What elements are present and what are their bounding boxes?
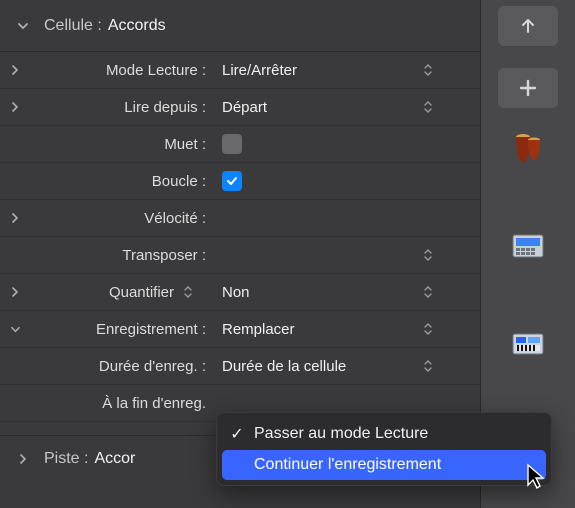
disclosure-right-icon[interactable] — [8, 102, 22, 112]
add-button[interactable] — [498, 68, 558, 108]
stepper-icon[interactable] — [420, 100, 436, 114]
mute-checkbox[interactable] — [222, 134, 242, 154]
disclosure-right-icon[interactable] — [8, 287, 22, 297]
popup-item-continue-rec[interactable]: Continuer l'enregistrement — [222, 450, 546, 480]
row-velocity: Vélocité : — [0, 200, 480, 237]
stepper-icon[interactable] — [420, 248, 436, 262]
checkmark-icon: ✓ — [228, 424, 246, 444]
row-transpose: Transposer : — [0, 237, 480, 274]
disclosure-down-icon — [16, 20, 30, 32]
popup-item-label: Passer au mode Lecture — [254, 425, 428, 443]
stepper-icon[interactable] — [420, 285, 436, 299]
track-value: Accor — [94, 450, 135, 468]
disclosure-right-icon — [16, 454, 30, 464]
disclosure-right-icon[interactable] — [8, 213, 22, 223]
track-label: Piste : — [44, 450, 88, 468]
row-play-from: Lire depuis : Départ — [0, 89, 480, 126]
collapse-up-button[interactable] — [498, 6, 558, 46]
stepper-icon[interactable] — [420, 322, 436, 336]
row-mute: Muet : — [0, 126, 480, 163]
label-play-mode: Mode Lecture : — [22, 62, 212, 79]
disclosure-right-icon[interactable] — [8, 65, 22, 75]
label-quantize: Quantifier — [109, 284, 174, 301]
disclosure-down-icon[interactable] — [8, 324, 22, 335]
stepper-icon[interactable] — [420, 63, 436, 77]
section-header-cell[interactable]: Cellule : Accords — [0, 0, 480, 52]
value-quantize[interactable]: Non — [212, 284, 480, 301]
popup-item-label: Continuer l'enregistrement — [254, 456, 441, 474]
value-record[interactable]: Remplacer — [212, 321, 480, 338]
rec-end-popup: ✓ Passer au mode Lecture Continuer l'enr… — [216, 412, 552, 486]
header-value: Accords — [108, 17, 166, 35]
row-play-mode: Mode Lecture : Lire/Arrêter — [0, 52, 480, 89]
label-velocity: Vélocité : — [22, 210, 212, 227]
stepper-icon[interactable] — [420, 359, 436, 373]
label-rec-end: À la fin d'enreg. — [22, 395, 212, 412]
instrument-thumb-3[interactable] — [510, 326, 546, 362]
popup-item-play-mode[interactable]: ✓ Passer au mode Lecture — [222, 418, 546, 450]
value-rec-length[interactable]: Durée de la cellule — [212, 358, 480, 375]
row-loop: Boucle : — [0, 163, 480, 200]
instrument-thumb-1[interactable] — [510, 130, 546, 166]
instrument-thumb-2[interactable] — [510, 228, 546, 264]
loop-checkbox[interactable] — [222, 171, 242, 191]
stepper-icon[interactable] — [180, 285, 196, 299]
row-quantize: Quantifier Non — [0, 274, 480, 311]
value-play-mode[interactable]: Lire/Arrêter — [212, 62, 480, 79]
label-transpose: Transposer : — [22, 247, 212, 264]
label-mute: Muet : — [22, 136, 212, 153]
label-play-from: Lire depuis : — [22, 99, 212, 116]
label-record: Enregistrement : — [22, 321, 212, 338]
row-record: Enregistrement : Remplacer — [0, 311, 480, 348]
row-rec-length: Durée d'enreg. : Durée de la cellule — [0, 348, 480, 385]
label-loop: Boucle : — [22, 173, 212, 190]
header-label: Cellule : — [44, 17, 102, 35]
value-play-from[interactable]: Départ — [212, 99, 480, 116]
label-rec-length: Durée d'enreg. : — [22, 358, 212, 375]
